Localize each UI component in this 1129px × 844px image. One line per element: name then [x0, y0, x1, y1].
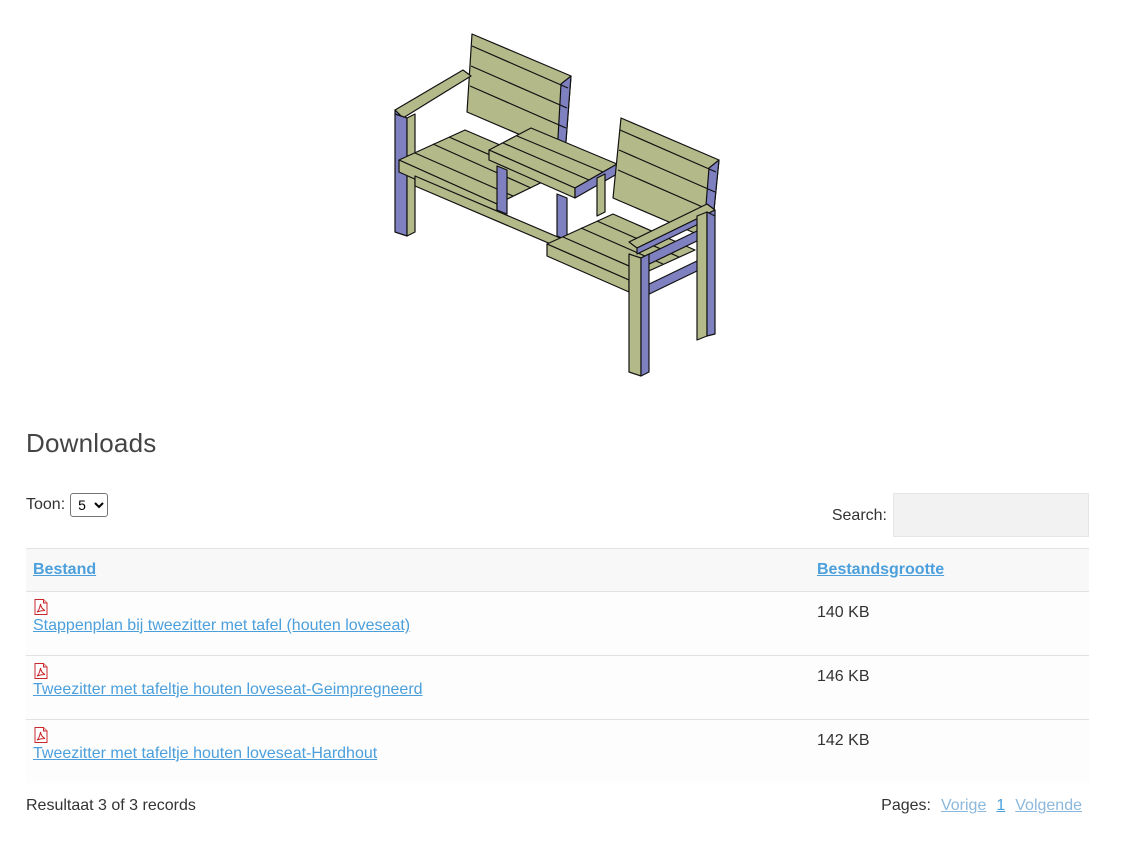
table-row: Tweezitter met tafeltje houten loveseat-… [26, 655, 1089, 720]
table-header-row: Bestand Bestandsgrootte [26, 548, 1089, 592]
search-input[interactable] [893, 493, 1089, 537]
pdf-icon [34, 599, 48, 615]
sort-by-file-link[interactable]: Bestand [33, 561, 96, 578]
pages-label: Pages: [881, 797, 931, 814]
page-length-select[interactable]: 5 [70, 493, 109, 517]
search-label: Search: [831, 507, 887, 524]
page-number-link[interactable]: 1 [996, 797, 1005, 815]
result-summary: Resultaat 3 of 3 records [26, 797, 196, 814]
page-length-control: Toon: 5 [26, 493, 109, 517]
downloads-heading: Downloads [26, 428, 157, 458]
sort-by-size-link[interactable]: Bestandsgrootte [817, 561, 944, 578]
loveseat-illustration [385, 26, 730, 381]
file-size-cell: 142 KB [810, 719, 1089, 783]
pdf-icon [34, 727, 48, 743]
file-cell: Tweezitter met tafeltje houten loveseat-… [26, 655, 810, 720]
loveseat-bench-with-table-illustration [394, 33, 720, 377]
file-size-cell: 146 KB [810, 655, 1089, 720]
file-download-link[interactable]: Tweezitter met tafeltje houten loveseat-… [33, 745, 803, 763]
show-label: Toon: [26, 496, 66, 513]
file-cell: Tweezitter met tafeltje houten loveseat-… [26, 719, 810, 783]
search-control: Search: [832, 493, 1089, 537]
next-page-link[interactable]: Volgende [1015, 797, 1082, 815]
file-size-cell: 140 KB [810, 591, 1089, 656]
file-download-link[interactable]: Stappenplan bij tweezitter met tafel (ho… [33, 617, 803, 635]
column-header-file[interactable]: Bestand [26, 548, 810, 592]
table-row: Tweezitter met tafeltje houten loveseat-… [26, 719, 1089, 783]
previous-page-link[interactable]: Vorige [941, 797, 986, 815]
file-download-link[interactable]: Tweezitter met tafeltje houten loveseat-… [33, 681, 803, 699]
downloads-table: Bestand Bestandsgrootte Stappenplan bij … [26, 548, 1089, 783]
pagination: Pages: Vorige 1 Volgende [881, 797, 1082, 815]
table-row: Stappenplan bij tweezitter met tafel (ho… [26, 591, 1089, 656]
file-cell: Stappenplan bij tweezitter met tafel (ho… [26, 591, 810, 656]
pdf-icon [34, 663, 48, 679]
column-header-size[interactable]: Bestandsgrootte [810, 548, 1089, 592]
